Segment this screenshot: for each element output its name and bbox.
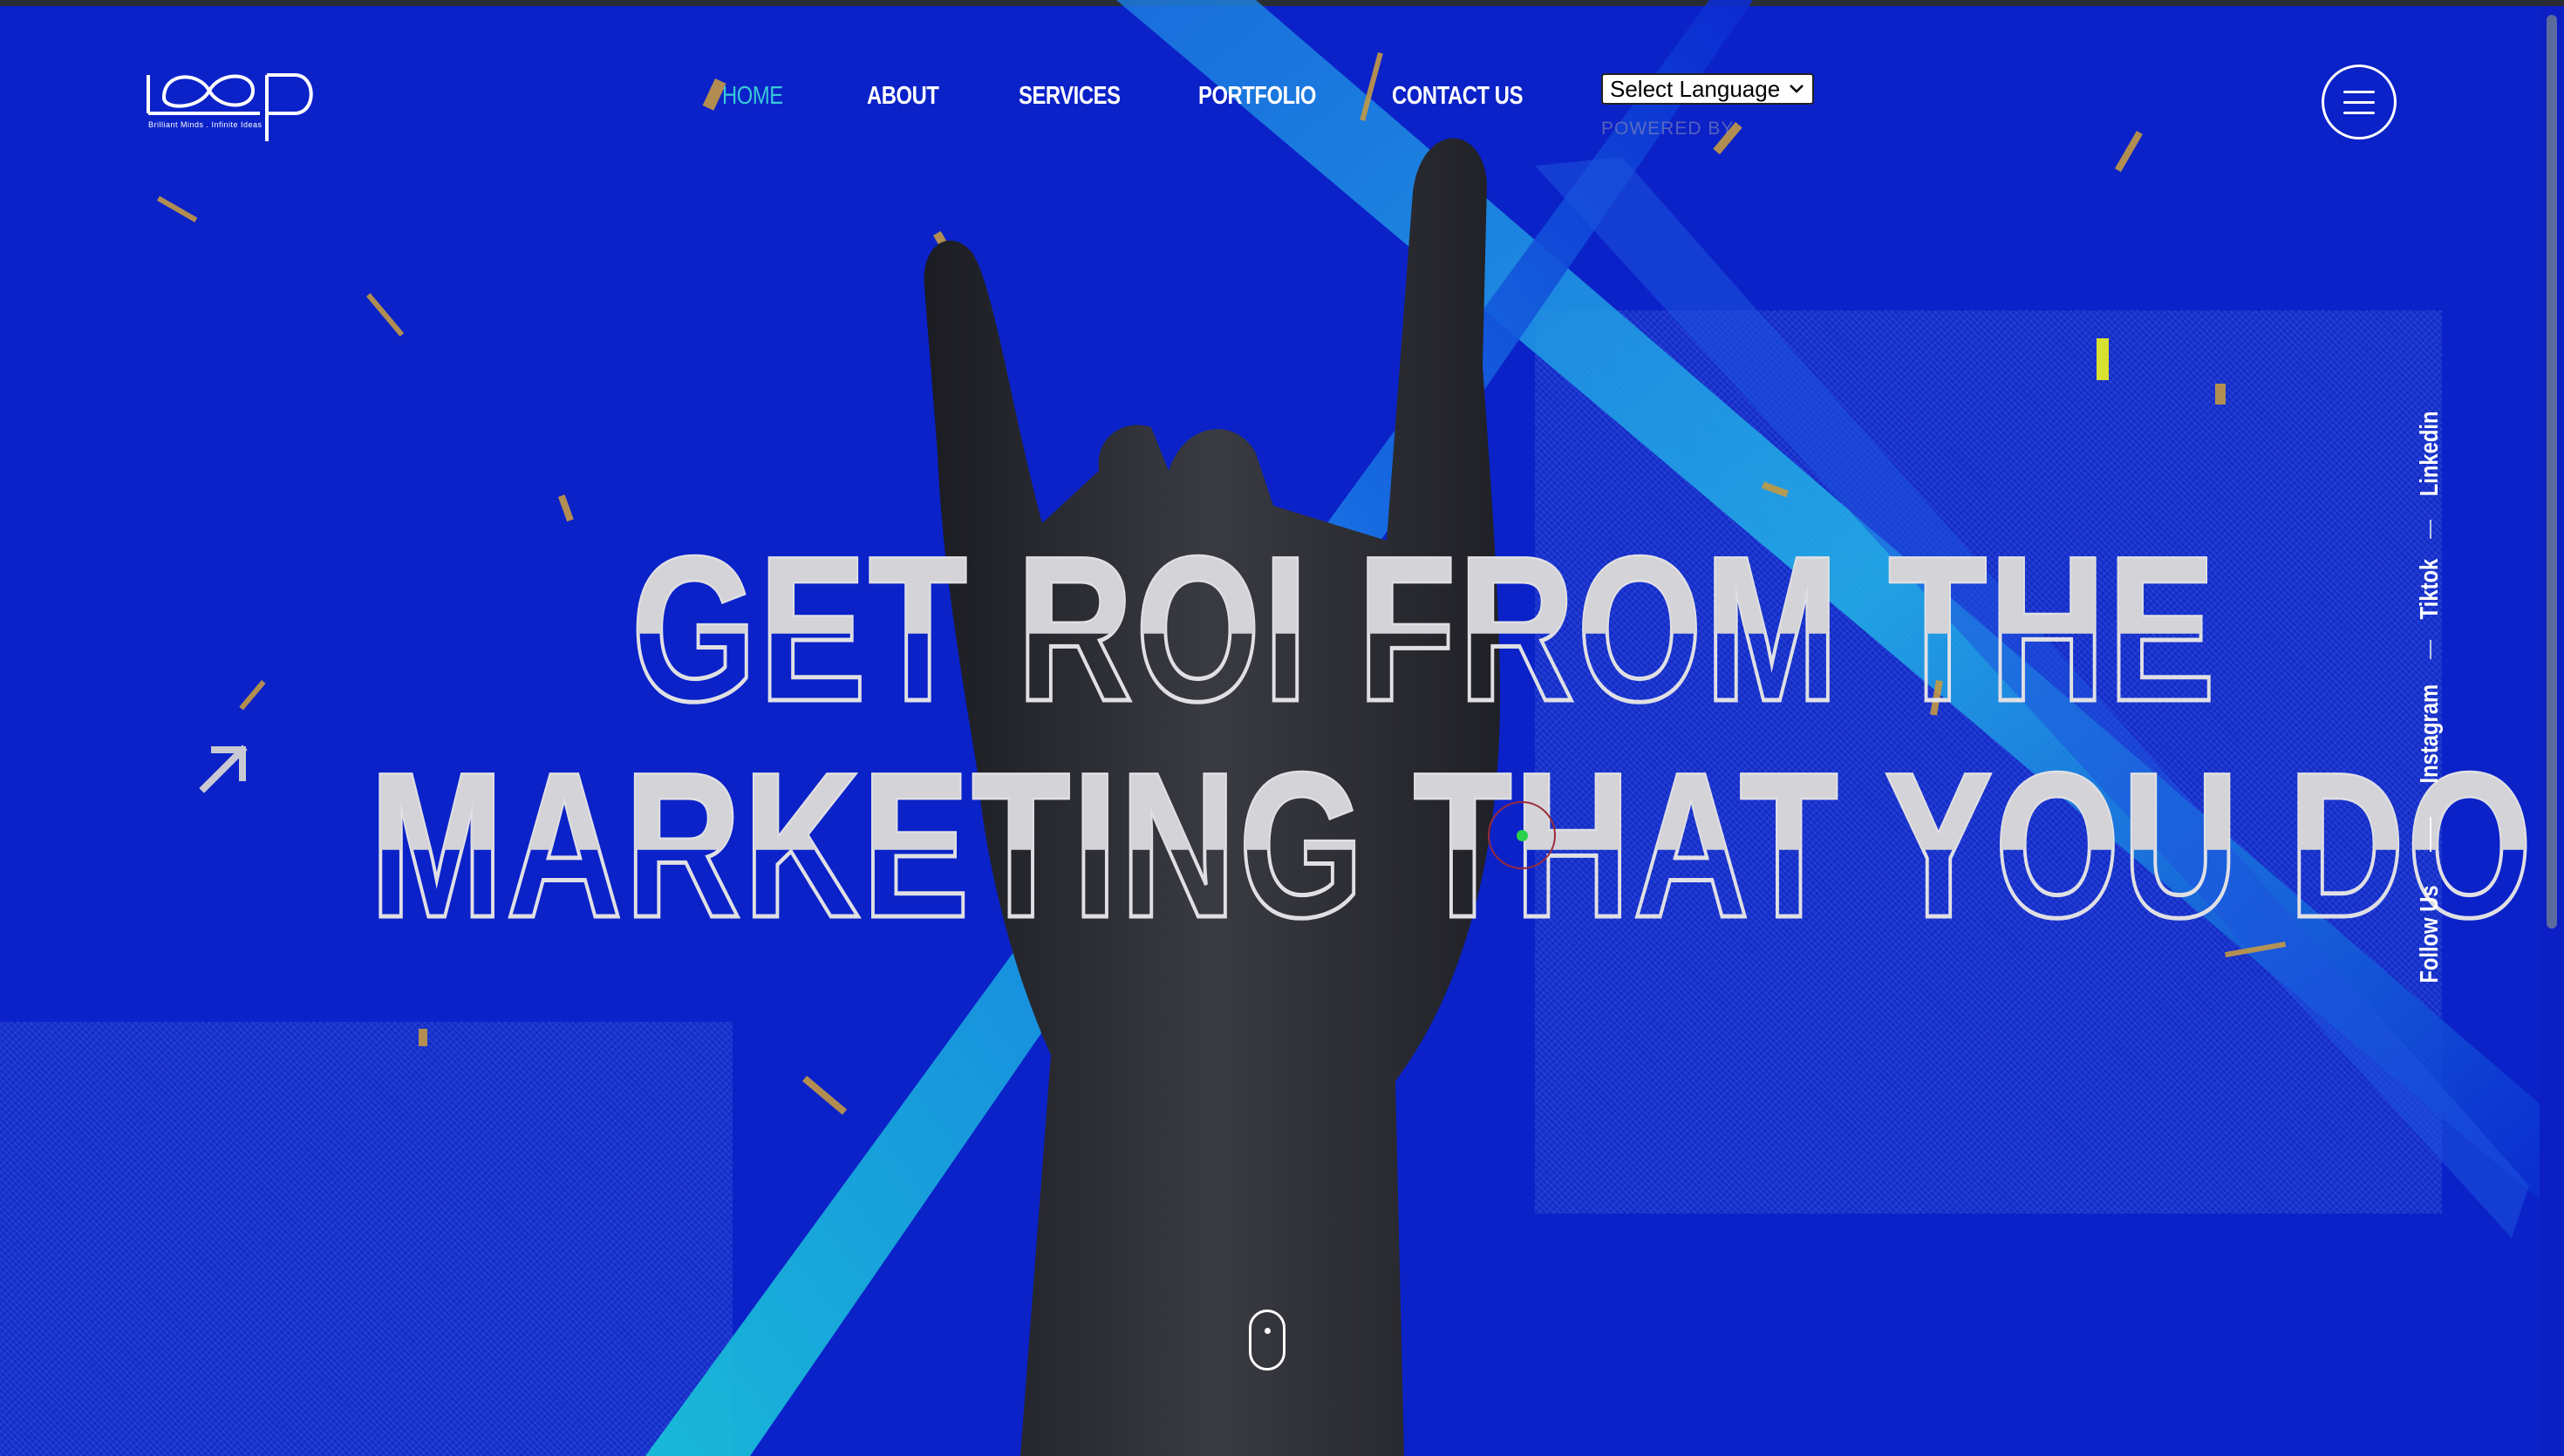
- scrollbar-thumb[interactable]: [2547, 15, 2557, 929]
- language-select[interactable]: Select Language: [1601, 73, 1814, 105]
- social-follow-bar: Follow Us Instagram Tiktok Linkedin: [2416, 401, 2445, 994]
- social-separator: [2429, 640, 2431, 660]
- logo-tagline: Brilliant Minds . Infinite Ideas: [148, 120, 263, 129]
- social-link-linkedin[interactable]: Linkedin: [2416, 411, 2445, 496]
- loop-logo[interactable]: [147, 63, 321, 143]
- nav-item-services[interactable]: SERVICES: [1019, 82, 1121, 111]
- nav-item-home[interactable]: HOME: [722, 82, 783, 111]
- follow-us-label: Follow Us: [2416, 885, 2444, 983]
- hero-headline-line2: MARKETING THAT YOU DO. MARKETING THAT YO…: [368, 741, 2564, 951]
- hero-page: Brilliant Minds . Infinite Ideas HOME AB…: [0, 0, 2564, 1456]
- hamburger-menu-icon: [2343, 90, 2375, 93]
- follow-us-dash: [2429, 817, 2431, 853]
- hamburger-menu-button[interactable]: [2322, 65, 2397, 139]
- social-separator: [2429, 519, 2431, 539]
- page-scrollbar[interactable]: [2540, 6, 2564, 1456]
- mouse-scroll-icon[interactable]: [1249, 1310, 1285, 1371]
- social-link-instagram[interactable]: Instagram: [2416, 684, 2445, 784]
- chevron-down-icon: [1790, 85, 1804, 93]
- hamburger-menu-icon-bar: [2343, 111, 2375, 114]
- nav-item-about[interactable]: ABOUT: [867, 82, 939, 111]
- arrow-up-right-icon[interactable]: [197, 739, 253, 795]
- powered-by-text: POWERED BY: [1601, 119, 1735, 139]
- hero-headline-line1: GET ROI FROM THE GET ROI FROM THE: [630, 525, 2218, 735]
- language-select-value: Select Language: [1610, 76, 1781, 102]
- custom-cursor: [1488, 801, 1556, 869]
- nav-item-portfolio[interactable]: PORTFOLIO: [1198, 82, 1316, 111]
- nav-item-contact-us[interactable]: CONTACT US: [1392, 82, 1523, 111]
- social-link-tiktok[interactable]: Tiktok: [2416, 559, 2445, 620]
- hamburger-menu-icon-bar: [2343, 100, 2375, 104]
